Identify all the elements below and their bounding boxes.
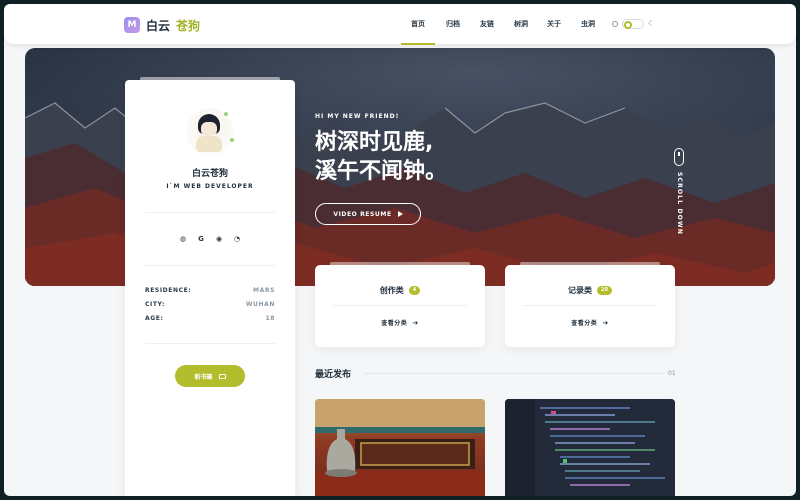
github-icon[interactable]: ◍ [179,235,187,243]
category-title-row: 记录类 20 [505,285,675,296]
code-editor-image [505,399,675,496]
arrow-right-icon: ➔ [412,318,419,327]
mail-icon [218,373,226,379]
info-key: CITY: [145,301,165,308]
nav-item-treehole[interactable]: 树洞 [504,4,538,44]
info-key: RESIDENCE: [145,287,192,294]
category-card-creative[interactable]: 创作类 4 查看分类 ➔ [315,262,485,347]
hero-title-line: 树深时见鹿, [315,130,434,155]
view-category-link[interactable]: 查看分类 ➔ [315,318,485,328]
divider [364,373,664,374]
sparkle-icon [224,112,228,116]
profile-role: I`M WEB DEVELOPER [166,183,254,190]
category-title: 记录类 [568,286,593,295]
recent-posts-count: 01 [668,370,676,377]
hero-title: 树深时见鹿, 溪午不闻钟。 [315,128,447,186]
mouse-icon [674,148,684,166]
nav-item-home[interactable]: 首页 [401,4,435,45]
view-category-label: 查看分类 [381,320,408,327]
info-value: MARS [253,287,275,294]
view-category-link[interactable]: 查看分类 ➔ [505,318,675,328]
hero-subtitle: HI MY NEW FRIEND! [315,113,400,120]
scroll-down-indicator[interactable]: SCROLL DOWN [674,148,686,235]
subscribe-label: 新书箱 [194,373,213,381]
logo-name-part-a: 白云 [146,18,171,33]
divider [145,343,275,344]
info-value: 18 [265,315,275,322]
divider [145,212,275,213]
avatar-body [196,136,222,152]
avatar [186,108,234,156]
divider [333,305,467,306]
category-title: 创作类 [379,286,404,295]
switch-knob [624,21,632,29]
category-count-badge: 4 [408,286,421,295]
category-card-record[interactable]: 记录类 20 查看分类 ➔ [505,262,675,347]
scroll-down-label: SCROLL DOWN [676,172,683,236]
theme-toggle[interactable]: ☾ [612,19,655,29]
category-title-row: 创作类 4 [315,285,485,296]
nav-item-friends[interactable]: 友链 [470,4,504,44]
gitee-icon[interactable]: G [197,235,205,243]
info-row-city: CITY: WUHAN [145,301,275,311]
weibo-icon[interactable]: ◉ [215,235,223,243]
site-logo[interactable]: M 白云 苍狗 [124,16,200,34]
theme-switch[interactable] [622,19,644,29]
info-row-residence: RESIDENCE: MARS [145,287,275,297]
info-value: WUHAN [245,301,275,308]
social-links: ◍ G ◉ ◔ [125,235,295,243]
nav-item-archive[interactable]: 归档 [436,4,470,44]
nav-item-about[interactable]: 关于 [537,4,571,44]
info-key: AGE: [145,315,164,322]
logo-mark-icon: M [124,17,140,33]
post-thumbnail-temple[interactable] [315,399,485,496]
video-resume-label: VIDEO RESUME [333,210,392,218]
browser-viewport: M 白云 苍狗 首页 归档 友链 树洞 关于 虫洞 ☾ HI MY NEW FR… [4,4,796,496]
arrow-right-icon: ➔ [602,318,609,327]
profile-card: 白云苍狗 I`M WEB DEVELOPER ◍ G ◉ ◔ RESIDENCE… [125,77,295,496]
sparkle-icon [230,138,234,142]
subscribe-button[interactable]: 新书箱 [175,365,245,387]
divider [145,265,275,266]
moon-icon: ☾ [648,19,656,28]
hero-title-line: 溪午不闻钟。 [315,159,448,184]
view-category-label: 查看分类 [571,320,598,327]
temple-bell-image [315,399,485,496]
rss-icon[interactable]: ◔ [233,235,241,243]
avatar-face [201,122,217,136]
logo-name-part-b: 苍狗 [176,18,201,33]
sun-icon [612,21,618,27]
category-count-badge: 20 [597,286,612,295]
nav-item-wormhole[interactable]: 虫洞 [571,4,605,44]
profile-name: 白云苍狗 [191,169,228,179]
post-thumbnail-code[interactable] [505,399,675,496]
recent-posts-heading: 最近发布 [315,370,352,380]
video-resume-button[interactable]: VIDEO RESUME [315,203,421,225]
play-icon [397,211,403,217]
divider [523,305,657,306]
top-navbar: M 白云 苍狗 首页 归档 友链 树洞 关于 虫洞 ☾ [4,4,796,45]
info-row-age: AGE: 18 [145,315,275,325]
